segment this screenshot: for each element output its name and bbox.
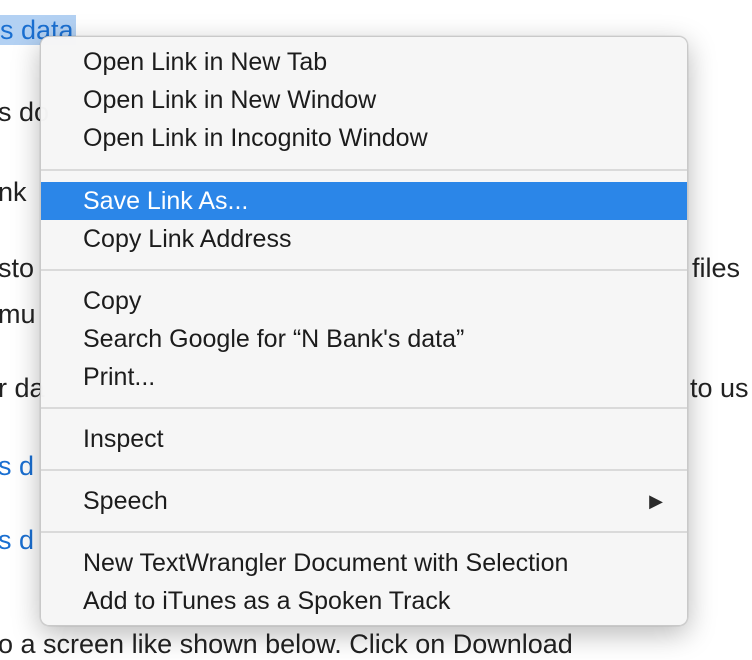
page-text-fragment: nk: [0, 177, 27, 207]
menu-item-speech-label: Speech: [83, 487, 168, 515]
menu-item-save-link-as[interactable]: Save Link As...: [41, 182, 687, 220]
menu-item-print[interactable]: Print...: [41, 358, 687, 396]
page-text-fragment: sto: [0, 253, 35, 283]
submenu-arrow-icon: ▶: [649, 491, 663, 511]
menu-item-open-new-window[interactable]: Open Link in New Window: [41, 81, 687, 119]
page-text-fragment: to us: [690, 373, 749, 403]
menu-item-open-incognito[interactable]: Open Link in Incognito Window: [41, 119, 687, 157]
menu-separator: [41, 469, 687, 472]
menu-item-search-google[interactable]: Search Google for “N Bank's data”: [41, 320, 687, 358]
context-menu: Open Link in New Tab Open Link in New Wi…: [40, 36, 688, 626]
page-text-fragment: files: [692, 253, 741, 283]
menu-separator: [41, 169, 687, 172]
menu-item-itunes-spoken-track[interactable]: Add to iTunes as a Spoken Track: [41, 582, 687, 620]
menu-item-open-new-tab[interactable]: Open Link in New Tab: [41, 43, 687, 81]
page-link-fragment[interactable]: s d: [0, 450, 34, 482]
menu-separator: [41, 407, 687, 410]
menu-item-copy[interactable]: Copy: [41, 282, 687, 320]
page-text-fragment: mu: [0, 299, 36, 329]
page-link-fragment[interactable]: s d: [0, 524, 34, 556]
menu-item-copy-link-address[interactable]: Copy Link Address: [41, 220, 687, 258]
menu-item-inspect[interactable]: Inspect: [41, 420, 687, 458]
page-text-fragment: o a screen like shown below. Click on Do…: [0, 629, 573, 659]
menu-item-speech[interactable]: Speech ▶: [41, 482, 687, 520]
menu-item-textwrangler[interactable]: New TextWrangler Document with Selection: [41, 544, 687, 582]
menu-separator: [41, 269, 687, 272]
menu-separator: [41, 531, 687, 534]
page-text-fragment: r da: [0, 373, 45, 403]
